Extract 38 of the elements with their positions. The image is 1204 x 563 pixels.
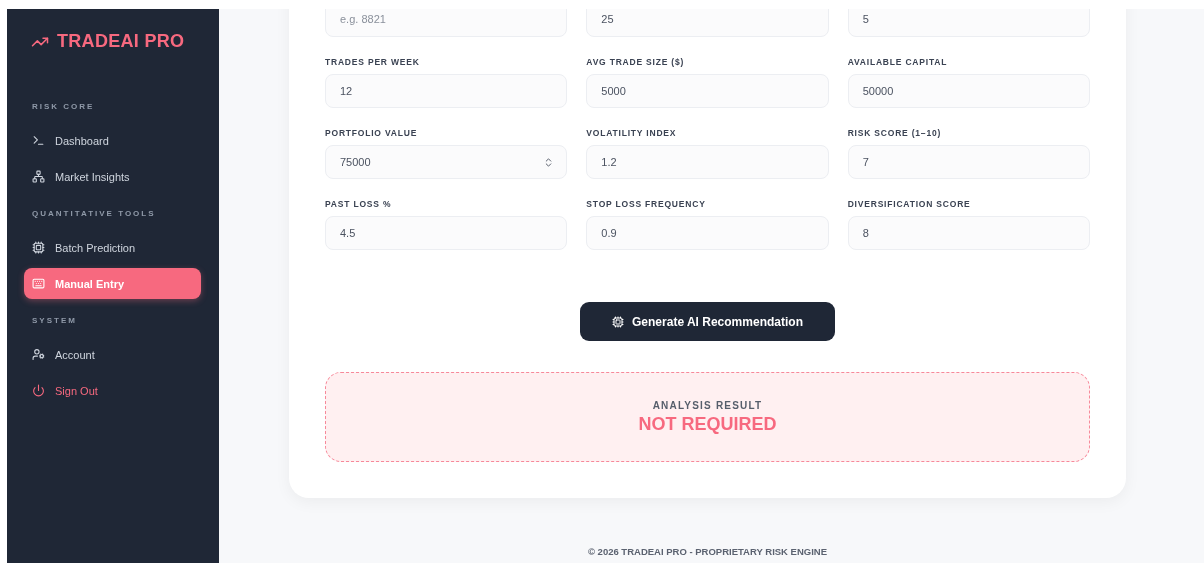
field-label: STOP LOSS FREQUENCY <box>586 199 707 209</box>
input-field[interactable]: 1.2 <box>586 145 829 179</box>
sidebar-item[interactable]: Account <box>24 339 201 370</box>
user-icon <box>32 348 45 361</box>
section-title: QUANTITATIVE TOOLS <box>31 209 157 218</box>
input-field[interactable]: 0.9 <box>586 216 829 250</box>
input-field[interactable]: 25 <box>586 9 829 37</box>
generate-button[interactable]: Generate AI Recommendation <box>580 302 835 341</box>
result-title: ANALYSIS RESULT <box>652 399 763 411</box>
sidebar-item[interactable]: Dashboard <box>24 125 201 156</box>
input-field[interactable]: 12 <box>325 74 568 108</box>
sidebar-item[interactable]: Batch Prediction <box>24 232 201 263</box>
number-field[interactable]: 75000 <box>325 145 568 179</box>
input-field[interactable]: 8 <box>847 216 1090 250</box>
input-field[interactable]: 5000 <box>586 74 829 108</box>
input-field[interactable]: 5 <box>847 9 1090 37</box>
power-icon <box>32 384 45 397</box>
field-label: AVG TRADE SIZE ($) <box>586 57 686 67</box>
field-label: PORTFOLIO VALUE <box>325 128 419 138</box>
sidebar-item[interactable]: Sign Out <box>24 375 201 406</box>
sidebar-item[interactable]: Market Insights <box>24 161 201 192</box>
field-label: DIVERSIFICATION SCORE <box>847 199 972 209</box>
app-logo: TRADEAI PRO <box>57 31 185 52</box>
input-field[interactable]: 50000 <box>847 74 1090 108</box>
section-title: SYSTEM <box>31 316 78 325</box>
footer-text: © 2026 TRADEAI PRO - PROPRIETARY RISK ENGINE <box>587 546 828 557</box>
field-label: RISK SCORE (1–10) <box>847 128 943 138</box>
field-label: PAST LOSS % <box>325 199 393 209</box>
field-label: VOLATILITY INDEX <box>586 128 678 138</box>
field-label: AVAILABLE CAPITAL <box>847 57 949 67</box>
field-label: TRADES PER WEEK <box>325 57 421 67</box>
section-title: RISK CORE <box>31 102 96 111</box>
result-value: NOT REQUIRED <box>638 413 777 435</box>
input-field[interactable]: 4.5 <box>325 216 568 250</box>
network-icon <box>32 170 45 183</box>
terminal-icon <box>32 134 45 147</box>
input-field[interactable]: 7 <box>847 145 1090 179</box>
keyboard-icon <box>32 277 45 290</box>
